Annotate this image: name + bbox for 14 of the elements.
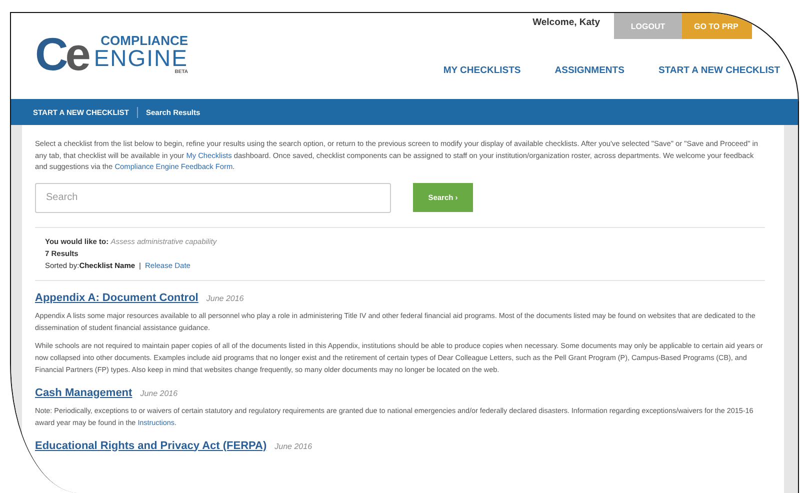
nav-link[interactable]: START A NEW CHECKLIST [658,65,780,76]
result-title-link[interactable]: Appendix A: Document Control [35,292,198,304]
nav-link[interactable]: ASSIGNMENTS [554,65,624,76]
logo-text: ENGINE [94,46,188,70]
logo-text: COMPLIANCE [100,34,188,46]
result-title-link[interactable]: Cash Management [35,386,132,398]
welcome-text: Welcome, Katy [532,16,601,30]
search-field[interactable]: Search [35,182,391,212]
nav-link[interactable]: MY CHECKLISTS [443,65,521,76]
release-date: June 2016 [140,388,178,398]
release-date: June 2016 [274,442,312,450]
logo-mark: Ce [35,31,88,77]
result-title-link[interactable]: Educational Rights and Privacy Act (FERPA) [35,440,267,452]
release-date: June 2016 [206,294,244,302]
